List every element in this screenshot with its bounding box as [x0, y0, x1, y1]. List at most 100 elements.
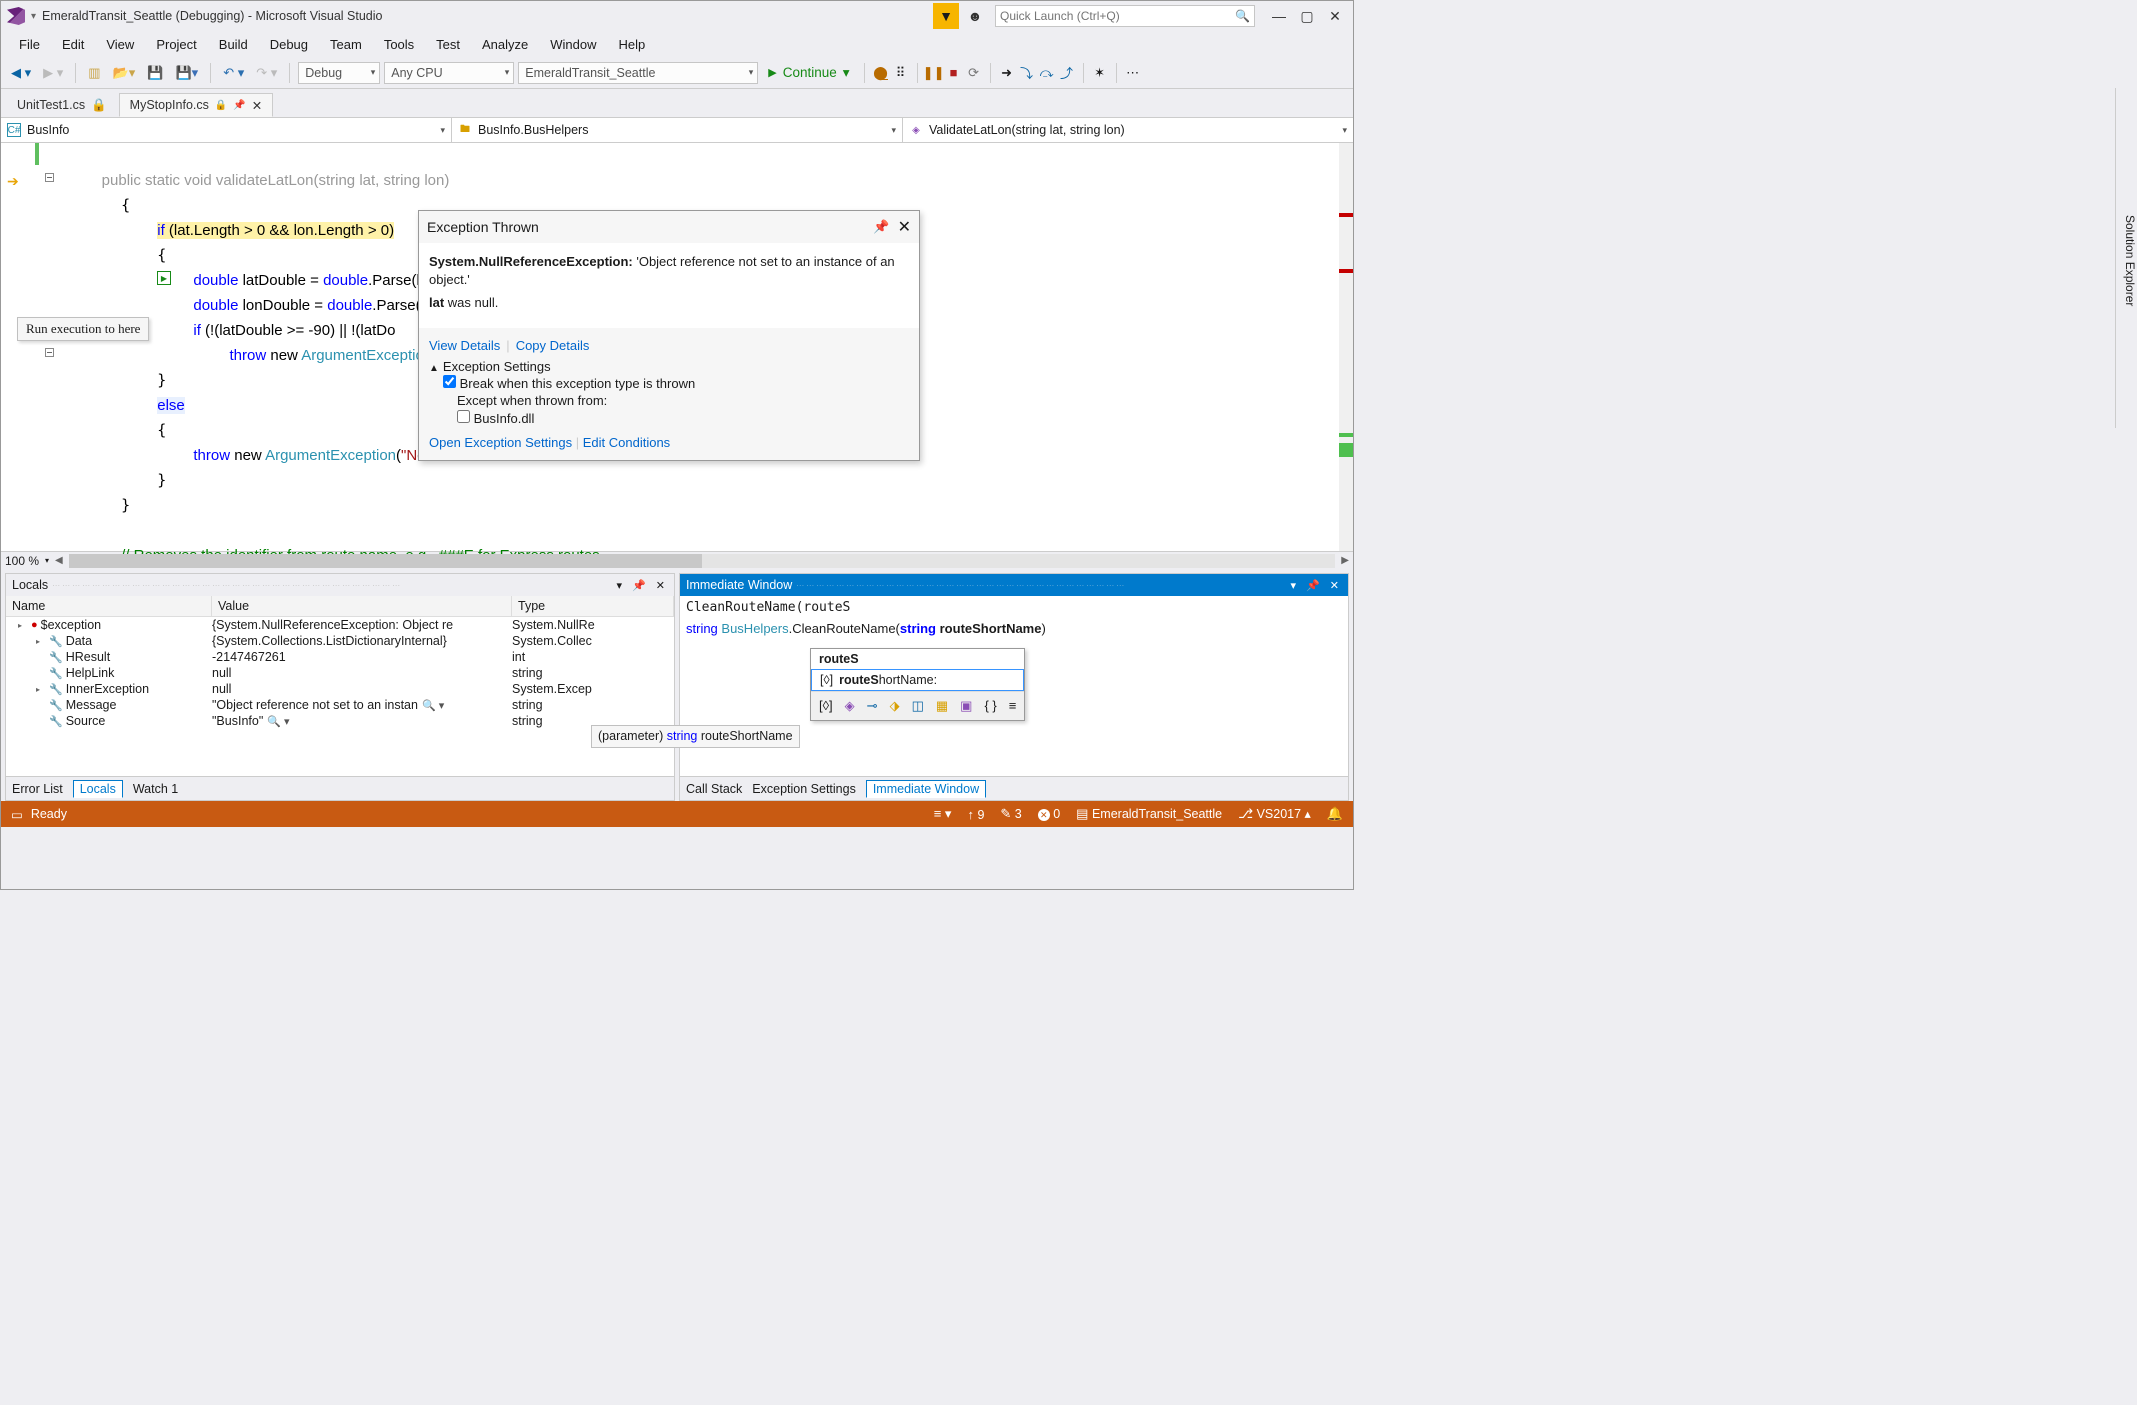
- panel-dropdown-icon[interactable]: ▾: [1288, 579, 1300, 592]
- menu-team[interactable]: Team: [320, 35, 372, 54]
- save-all-icon[interactable]: 💾▾: [171, 61, 202, 85]
- quick-launch-input[interactable]: [1000, 9, 1235, 23]
- minimize-button[interactable]: —: [1271, 8, 1287, 25]
- immediate-input-line[interactable]: CleanRouteName(routeS: [686, 600, 1342, 615]
- pin-icon[interactable]: 📌: [233, 100, 245, 111]
- startup-project-dropdown[interactable]: EmeraldTransit_Seattle: [518, 62, 758, 84]
- branch-icon[interactable]: ⎇: [1238, 806, 1253, 821]
- pending-changes-icon[interactable]: ✎: [1000, 806, 1011, 821]
- tab-exception-settings[interactable]: Exception Settings: [752, 782, 856, 796]
- locals-row[interactable]: 🔧Source"BusInfo"🔍 ▾string: [6, 713, 674, 729]
- toolbar-overflow-icon[interactable]: ⋯: [1125, 65, 1141, 81]
- save-icon[interactable]: 💾: [143, 61, 167, 85]
- outline-collapse-icon[interactable]: [45, 173, 54, 182]
- code-editor[interactable]: ➔ public static void validateLatLon(stri…: [1, 143, 1353, 551]
- new-project-icon[interactable]: ▥: [84, 61, 104, 85]
- tab-locals[interactable]: Locals: [73, 780, 123, 798]
- scroll-left-icon[interactable]: ◀: [55, 555, 63, 566]
- horizontal-scrollbar[interactable]: [69, 554, 1336, 568]
- filter-struct-icon[interactable]: ◫: [912, 698, 924, 714]
- menu-debug[interactable]: Debug: [260, 35, 318, 54]
- tab-unittest1[interactable]: UnitTest1.cs🔒: [7, 93, 117, 117]
- tab-mystopinfo[interactable]: MyStopInfo.cs🔒📌✕: [119, 93, 274, 117]
- filter-text-icon[interactable]: ≡: [1009, 698, 1017, 714]
- menu-view[interactable]: View: [96, 35, 144, 54]
- exception-settings-label[interactable]: Exception Settings: [443, 359, 551, 374]
- platform-dropdown[interactable]: Any CPU: [384, 62, 514, 84]
- repo-icon[interactable]: ▤: [1076, 806, 1088, 821]
- menu-help[interactable]: Help: [609, 35, 656, 54]
- zoom-level[interactable]: 100 %: [5, 554, 39, 568]
- menu-build[interactable]: Build: [209, 35, 258, 54]
- show-next-statement-icon[interactable]: ➜: [999, 65, 1015, 81]
- breakpoint-icon[interactable]: ⬤̲: [873, 65, 889, 81]
- view-details-link[interactable]: View Details: [429, 338, 500, 353]
- step-over-icon[interactable]: ⤼: [1039, 65, 1055, 81]
- filter-namespace-icon[interactable]: ◈: [845, 698, 855, 714]
- panel-close-icon[interactable]: ✕: [653, 579, 668, 592]
- nav-class-dropdown[interactable]: 🖿BusInfo.BusHelpers: [452, 118, 903, 142]
- lines-changed-icon[interactable]: ≡ ▾: [934, 806, 952, 822]
- filter-snippet-icon[interactable]: { }: [984, 698, 996, 714]
- menu-test[interactable]: Test: [426, 35, 470, 54]
- errors-icon[interactable]: ✕: [1038, 809, 1050, 821]
- filter-interface-icon[interactable]: ▣: [960, 698, 972, 714]
- panel-dropdown-icon[interactable]: ▾: [614, 579, 626, 592]
- undo-button[interactable]: ↶ ▾: [219, 61, 248, 85]
- locals-row[interactable]: ▸🔧Data{System.Collections.ListDictionary…: [6, 633, 674, 649]
- pin-icon[interactable]: 📌: [873, 219, 889, 235]
- locals-row[interactable]: 🔧HelpLinknullstring: [6, 665, 674, 681]
- notifications-icon[interactable]: ▼: [933, 3, 959, 29]
- step-out-icon[interactable]: ⤴: [1059, 65, 1075, 81]
- locals-row[interactable]: ▸🔧InnerExceptionnullSystem.Excep: [6, 681, 674, 697]
- close-button[interactable]: ✕: [1327, 8, 1343, 25]
- menu-tools[interactable]: Tools: [374, 35, 424, 54]
- nav-back-button[interactable]: ◀ ▾: [7, 61, 35, 85]
- close-icon[interactable]: ✕: [898, 217, 911, 237]
- panel-pin-icon[interactable]: 📌: [629, 579, 649, 592]
- copy-details-link[interactable]: Copy Details: [516, 338, 590, 353]
- immediate-body[interactable]: CleanRouteName(routeS string BusHelpers.…: [680, 596, 1348, 776]
- except-dll-checkbox[interactable]: [457, 410, 470, 423]
- locals-row[interactable]: 🔧Message"Object reference not set to an …: [6, 697, 674, 713]
- pause-button[interactable]: ❚❚: [926, 65, 942, 81]
- filter-field-icon[interactable]: ⊸: [867, 698, 878, 714]
- tab-watch1[interactable]: Watch 1: [133, 782, 178, 796]
- intellisense-popup[interactable]: (parameter) string routeShortName routeS…: [810, 648, 1025, 721]
- config-dropdown[interactable]: Debug: [298, 62, 380, 84]
- nav-method-dropdown[interactable]: ◈ValidateLatLon(string lat, string lon): [903, 118, 1353, 142]
- notification-bell-icon[interactable]: 🔔: [1327, 806, 1343, 822]
- tab-call-stack[interactable]: Call Stack: [686, 782, 742, 796]
- continue-button[interactable]: ▶Continue ▾: [762, 65, 855, 81]
- tab-immediate-window[interactable]: Immediate Window: [866, 780, 986, 798]
- menu-window[interactable]: Window: [540, 35, 606, 54]
- panel-close-icon[interactable]: ✕: [1327, 579, 1342, 592]
- step-into-icon[interactable]: ⤵: [1019, 65, 1035, 81]
- panel-pin-icon[interactable]: 📌: [1303, 579, 1323, 592]
- show-threads-icon[interactable]: ⠿: [893, 65, 909, 81]
- quick-launch[interactable]: 🔍: [995, 5, 1255, 27]
- locals-row[interactable]: 🔧HResult-2147467261int: [6, 649, 674, 665]
- filter-enum-icon[interactable]: ▦: [936, 698, 948, 714]
- menu-edit[interactable]: Edit: [52, 35, 94, 54]
- scroll-right-icon[interactable]: ▶: [1341, 555, 1349, 566]
- stop-button[interactable]: ■: [946, 65, 962, 81]
- break-on-exception-checkbox[interactable]: [443, 375, 456, 388]
- tab-error-list[interactable]: Error List: [12, 782, 63, 796]
- diagnostic-tools-icon[interactable]: ✶: [1092, 65, 1108, 81]
- filter-all-icon[interactable]: [◊]: [819, 698, 833, 714]
- menu-project[interactable]: Project: [146, 35, 206, 54]
- publish-icon[interactable]: ↑: [967, 807, 974, 822]
- locals-body[interactable]: ▸●$exception{System.NullReferenceExcepti…: [6, 617, 674, 776]
- menu-file[interactable]: File: [9, 35, 50, 54]
- search-icon[interactable]: 🔍: [1235, 9, 1250, 23]
- titlebar-dropdown-icon[interactable]: ▾: [31, 11, 36, 22]
- open-file-icon[interactable]: 📂▾: [109, 61, 140, 85]
- locals-row[interactable]: ▸●$exception{System.NullReferenceExcepti…: [6, 617, 674, 633]
- nav-namespace-dropdown[interactable]: C#BusInfo: [1, 118, 452, 142]
- restart-button[interactable]: ⟳: [966, 65, 982, 81]
- solution-explorer-tab[interactable]: Solution Explorer: [2115, 88, 2137, 428]
- tab-close-icon[interactable]: ✕: [252, 98, 262, 113]
- edit-conditions-link[interactable]: Edit Conditions: [583, 435, 670, 450]
- maximize-button[interactable]: ▢: [1299, 8, 1315, 25]
